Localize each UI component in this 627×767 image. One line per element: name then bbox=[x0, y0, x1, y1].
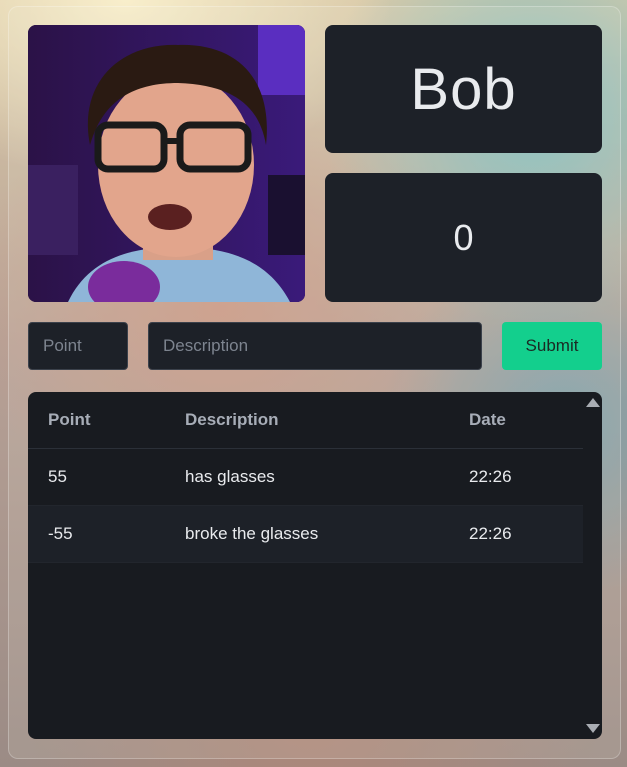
history-table: Point Description Date 55 has glasses 22… bbox=[28, 392, 602, 739]
score-card: 0 bbox=[325, 173, 602, 302]
row-description: broke the glasses bbox=[185, 505, 469, 563]
name-card: Bob bbox=[325, 25, 602, 153]
table-header-row: Point Description Date bbox=[28, 392, 583, 449]
scroll-up-arrow-icon[interactable] bbox=[586, 398, 600, 407]
table-scrollbar[interactable] bbox=[583, 392, 602, 739]
column-header-point: Point bbox=[28, 392, 185, 449]
row-date: 22:26 bbox=[469, 448, 583, 506]
column-header-description: Description bbox=[185, 392, 469, 449]
row-description: has glasses bbox=[185, 448, 469, 506]
table-row: 55 has glasses 22:26 bbox=[28, 448, 583, 506]
player-score: 0 bbox=[453, 216, 474, 258]
submit-button[interactable]: Submit bbox=[502, 322, 602, 370]
player-name: Bob bbox=[410, 56, 517, 122]
column-header-date: Date bbox=[469, 392, 583, 449]
description-input[interactable] bbox=[148, 322, 482, 370]
table-row: -55 broke the glasses 22:26 bbox=[28, 505, 583, 563]
row-point: -55 bbox=[28, 505, 185, 563]
row-date: 22:26 bbox=[469, 505, 583, 563]
points-table: Point Description Date 55 has glasses 22… bbox=[28, 392, 583, 563]
profile-photo bbox=[28, 25, 305, 302]
point-input[interactable] bbox=[28, 322, 128, 370]
row-point: 55 bbox=[28, 448, 185, 506]
scroll-down-arrow-icon[interactable] bbox=[586, 724, 600, 733]
person-photo-icon bbox=[28, 25, 305, 302]
